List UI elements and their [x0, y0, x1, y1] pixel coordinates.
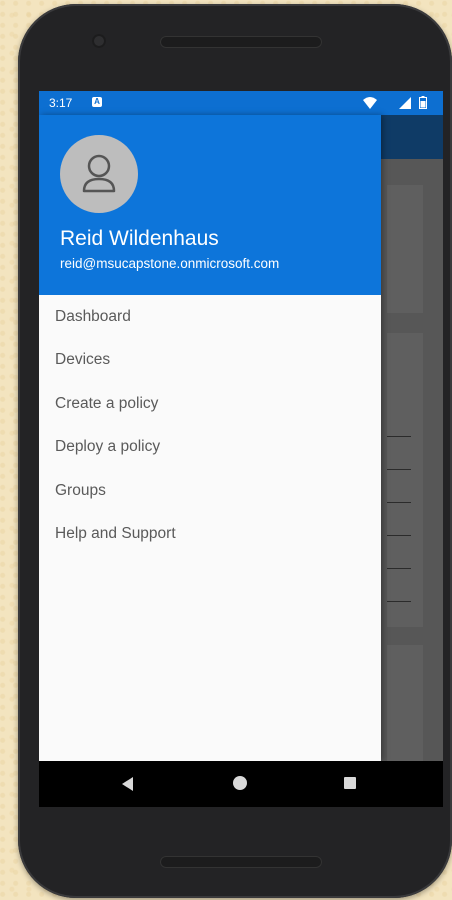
avatar[interactable]: [60, 135, 138, 213]
front-camera: [92, 34, 106, 48]
list-divider: [387, 601, 411, 602]
user-email: reid@msucapstone.onmicrosoft.com: [60, 256, 280, 271]
signal-icon: [399, 97, 411, 109]
status-bar: 3:17 A: [39, 91, 443, 115]
menu-item-groups[interactable]: Groups: [39, 469, 381, 512]
list-divider: [387, 436, 411, 437]
list-divider: [387, 535, 411, 536]
list-divider: [387, 502, 411, 503]
home-circle-icon[interactable]: [233, 776, 247, 790]
a-notification-icon: A: [92, 97, 102, 107]
menu-item-deploy-policy[interactable]: Deploy a policy: [39, 425, 381, 468]
dashboard-card: [387, 185, 423, 313]
menu-item-devices[interactable]: Devices: [39, 338, 381, 381]
phone-frame: 3:17 A Reid Wildenhaus reid@msucapstone.…: [18, 4, 452, 898]
wifi-icon: [363, 97, 377, 109]
dashboard-card: [387, 333, 423, 627]
top-speaker-grill: [160, 36, 322, 48]
user-name: Reid Wildenhaus: [60, 227, 219, 250]
drawer-menu: Dashboard Devices Create a policy Deploy…: [39, 295, 381, 555]
list-divider: [387, 568, 411, 569]
person-icon: [82, 154, 116, 193]
status-time: 3:17: [49, 96, 73, 110]
battery-icon: [419, 96, 427, 109]
menu-item-create-policy[interactable]: Create a policy: [39, 382, 381, 425]
drawer-header: Reid Wildenhaus reid@msucapstone.onmicro…: [39, 115, 381, 295]
system-nav-bar: [39, 761, 443, 807]
recents-square-icon[interactable]: [344, 777, 356, 789]
menu-item-help-support[interactable]: Help and Support: [39, 512, 381, 555]
bottom-speaker-grill: [160, 856, 322, 868]
device-screen: 3:17 A Reid Wildenhaus reid@msucapstone.…: [39, 91, 443, 807]
menu-item-dashboard[interactable]: Dashboard: [39, 295, 381, 338]
navigation-drawer: Reid Wildenhaus reid@msucapstone.onmicro…: [39, 115, 381, 761]
back-triangle-icon[interactable]: [122, 777, 133, 791]
dashboard-card: [387, 645, 423, 765]
list-divider: [387, 469, 411, 470]
